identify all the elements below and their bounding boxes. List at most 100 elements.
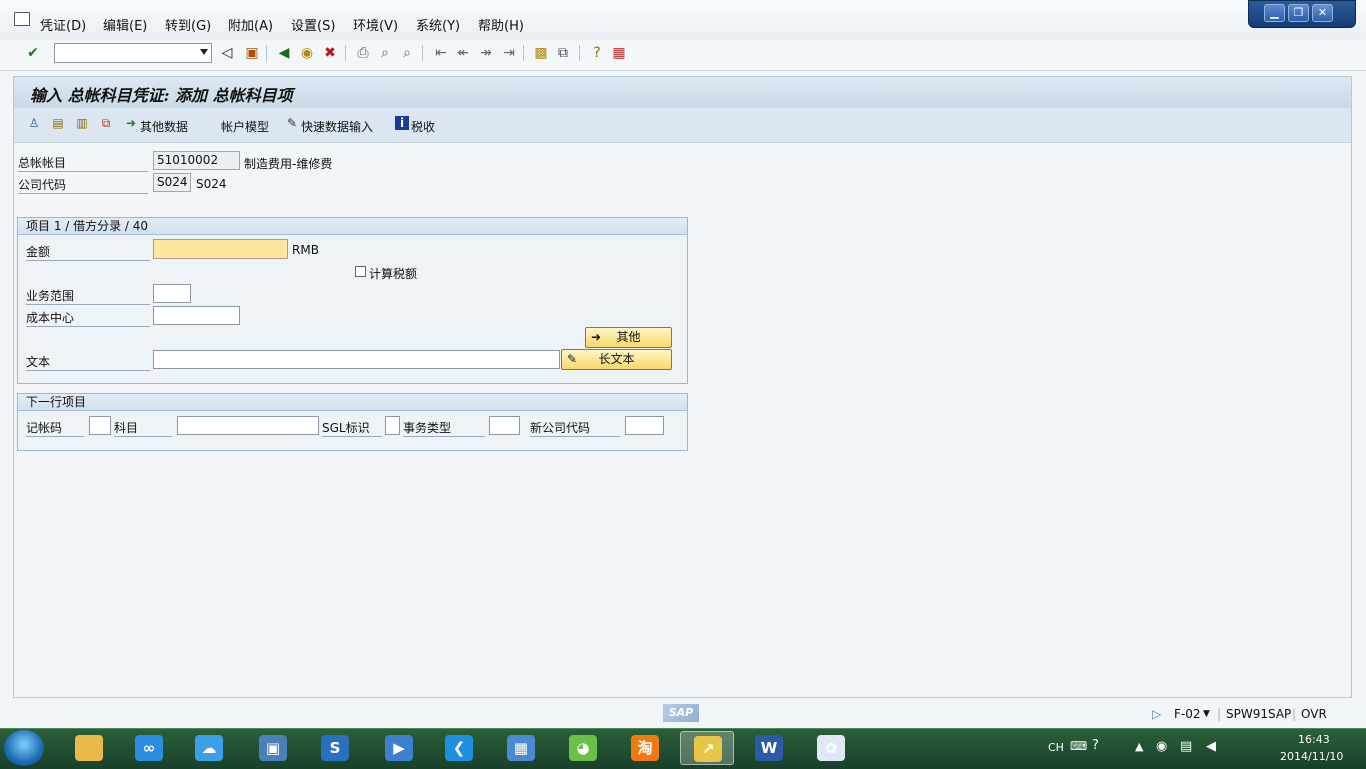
chevron-down-icon[interactable]: ▼ [1203,709,1210,719]
text-input[interactable] [153,350,560,369]
transaction-code: F-02 [1174,707,1201,721]
menu-item[interactable]: 设置(S) [291,15,335,34]
layout-icon[interactable]: ▦ [610,44,628,62]
fast-entry-icon[interactable]: ✎ [285,116,299,130]
simulate-icon[interactable]: ▤ [51,116,65,130]
status-expand-icon[interactable]: ▷ [1152,707,1161,721]
menu-item[interactable]: 系统(Y) [416,15,460,34]
toolbar-separator [579,45,580,61]
window-controls: ▁ ❐ ✕ [1248,0,1356,28]
menu-item[interactable]: 环境(V) [353,15,398,34]
account-model-button[interactable]: 帐户模型 [221,118,269,135]
choose-items-icon[interactable]: ⧉ [99,116,113,130]
taskbar-app[interactable] [62,731,116,765]
clipboard-icon[interactable]: ▤ [1180,739,1192,754]
taskbar-app[interactable]: ❮ [432,731,486,765]
last-page-icon[interactable]: ⇥ [500,44,518,62]
other-data-button[interactable]: 其他数据 [140,118,188,135]
calculate-tax-label: 计算税额 [369,267,418,281]
sgl-indicator-label: SGL标识 [322,419,382,437]
park-document-icon[interactable]: ▥ [75,116,89,130]
command-field[interactable] [54,43,212,63]
prev-page-icon[interactable]: ↞ [454,44,472,62]
save-icon[interactable]: ▣ [243,44,261,62]
shortcut-icon[interactable]: ⧉ [554,44,572,62]
menu-item[interactable]: 附加(A) [228,15,273,34]
start-button[interactable] [4,730,44,766]
clock-time[interactable]: 16:43 [1298,733,1330,746]
screen-title: 输入 总帐科目凭证: 添加 总帐科目项 [30,86,293,105]
sgl-indicator-input[interactable] [385,416,400,435]
print-icon[interactable]: ⎙ [354,44,372,62]
next-item-group-title: 下一行项目 [18,394,687,411]
minimize-button[interactable]: ▁ [1264,4,1285,22]
next-page-icon[interactable]: ↠ [477,44,495,62]
browser-icon: ❮ [445,735,473,761]
exit-icon[interactable]: ◉ [298,44,316,62]
taskbar-app[interactable]: ▶ [372,731,426,765]
close-button[interactable]: ✕ [1312,4,1333,22]
taskbar-app[interactable]: ↗ [680,731,734,765]
window-menu-icon[interactable] [14,12,30,26]
server-name: SPW91SAP [1226,707,1292,721]
hold-document-icon[interactable]: ♙ [27,116,41,130]
taskbar-app[interactable]: 淘 [618,731,672,765]
sap-logon-icon: ↗ [694,736,722,762]
gl-account-description: 制造费用-维修费 [244,157,333,171]
help-icon[interactable]: ? [588,44,606,62]
clock-date[interactable]: 2014/11/10 [1280,750,1343,763]
cost-center-input[interactable] [153,306,240,325]
posting-key-input[interactable] [89,416,111,435]
restore-button[interactable]: ❐ [1288,4,1309,22]
cost-center-label: 成本中心 [26,309,150,327]
taskbar-app[interactable]: ▦ [494,731,548,765]
keyboard-icon[interactable]: ⌨ [1070,739,1087,753]
fast-entry-button[interactable]: 快速数据输入 [301,118,373,135]
enter-icon[interactable]: ✔ [24,44,42,62]
pencil-icon: ✎ [567,352,578,366]
menu-item[interactable]: 凭证(D) [40,15,86,34]
taskbar-app[interactable]: S [308,731,362,765]
new-session-icon[interactable]: ▩ [532,44,550,62]
long-text-button[interactable]: ✎ 长文本 [561,349,672,370]
language-indicator[interactable]: CH [1048,741,1064,754]
transaction-type-input[interactable] [489,416,520,435]
taskbar-app[interactable]: ☁ [182,731,236,765]
gallery-icon: ✿ [817,735,845,761]
menu-item[interactable]: 转到(G) [165,15,211,34]
calculate-tax-checkbox[interactable] [355,266,366,277]
toolbar-separator [422,45,423,61]
find-next-icon[interactable]: ⌕ [398,44,416,62]
find-icon[interactable]: ⌕ [376,44,394,62]
posting-key-label: 记帐码 [26,419,84,437]
sap-logo: SAP [663,704,699,722]
business-area-input[interactable] [153,284,191,303]
menu-item[interactable]: 编辑(E) [103,15,147,34]
taskbar-app[interactable]: ▣ [246,731,300,765]
taskbar-app[interactable]: ◕ [556,731,610,765]
new-company-code-input[interactable] [625,416,664,435]
back-icon[interactable]: ◀ [275,44,293,62]
qq-icon[interactable]: ◉ [1156,739,1167,754]
account-input[interactable] [177,416,319,435]
volume-icon[interactable]: ◀ [1206,739,1216,754]
amount-label: 金额 [26,243,150,261]
menu-item[interactable]: 帮助(H) [478,15,524,34]
first-page-icon[interactable]: ⇤ [432,44,450,62]
new-company-code-label: 新公司代码 [530,419,620,437]
info-icon[interactable]: i [395,116,409,130]
amount-input[interactable] [153,239,288,259]
more-button[interactable]: ➜ 其他 [585,327,672,348]
chevron-down-icon[interactable] [200,49,208,55]
taxes-button[interactable]: 税收 [411,118,435,135]
cancel-icon[interactable]: ✖ [321,44,339,62]
arrow-right-icon[interactable]: ➜ [124,116,138,130]
taskbar-app[interactable]: ∞ [122,731,176,765]
file-explorer-icon [75,735,103,761]
taskbar-app[interactable]: W [742,731,796,765]
taskbar-app[interactable]: ✿ [804,731,858,765]
gl-account-label: 总帐帐目 [18,154,148,172]
back-arrow-icon[interactable]: ◁ [218,44,236,62]
tray-expand-icon[interactable]: ▲ [1135,740,1143,753]
help-tray-icon[interactable]: ? [1092,738,1099,753]
